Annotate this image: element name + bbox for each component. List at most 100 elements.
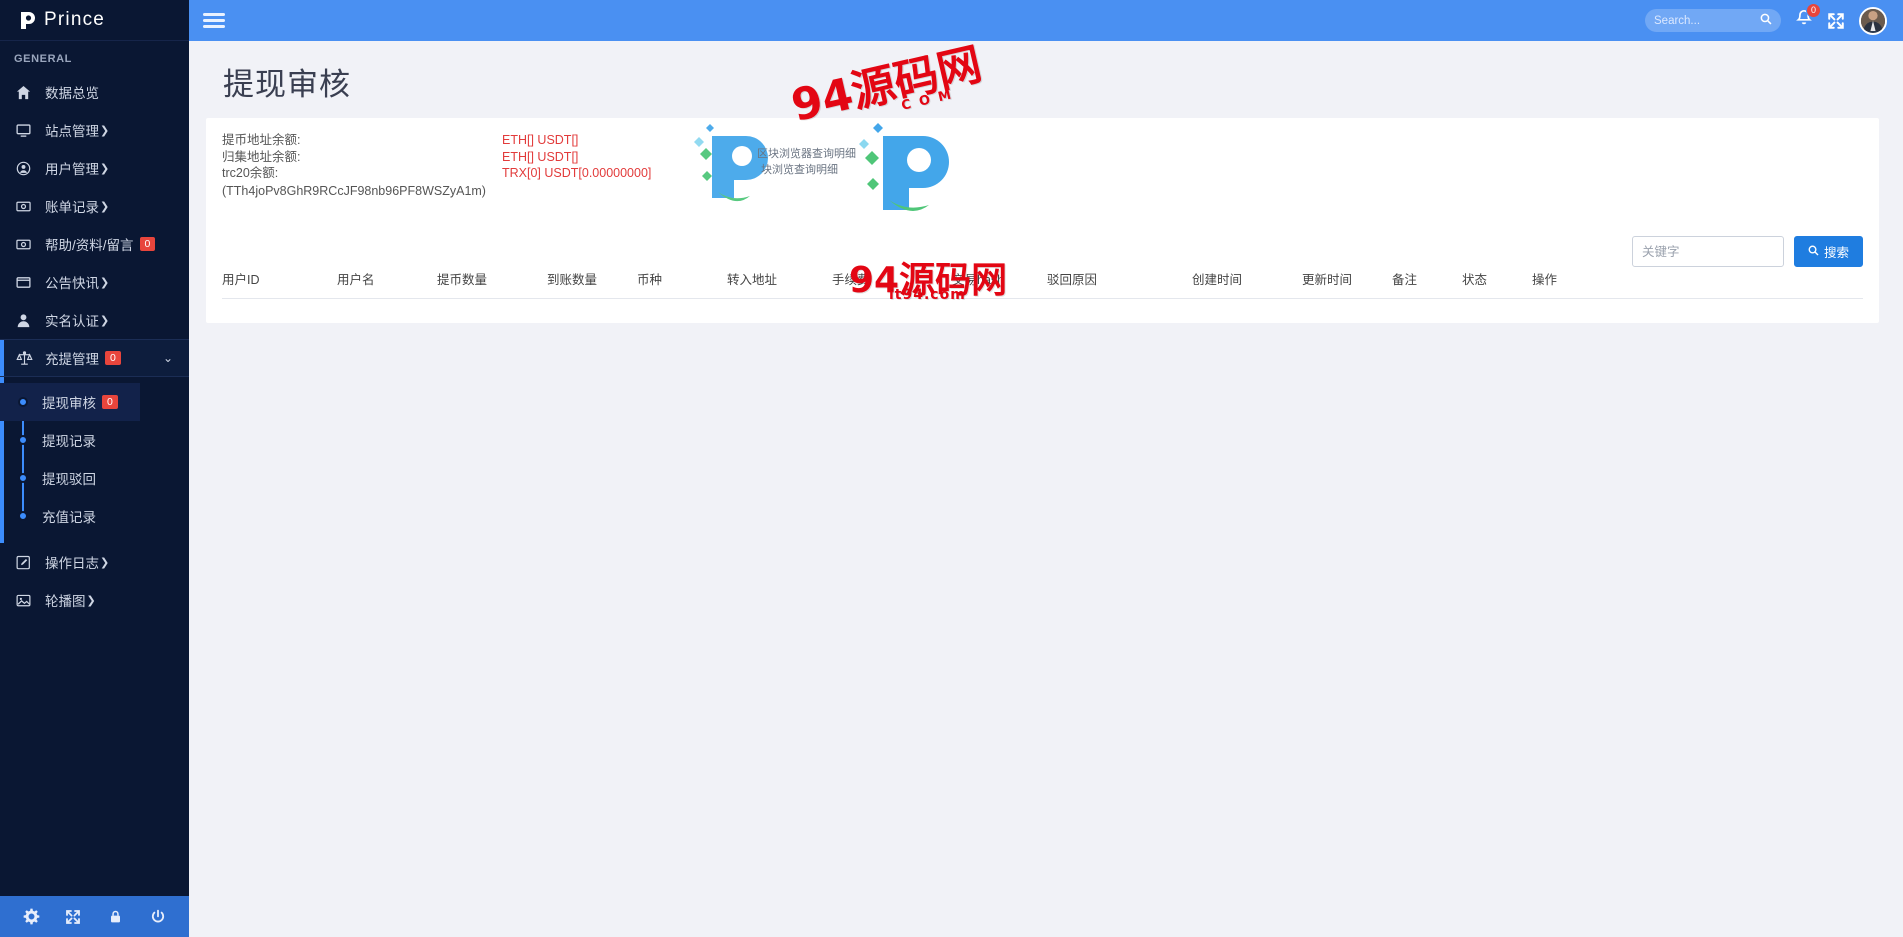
sidebar-group-label: 充提管理 <box>45 352 99 367</box>
column-header[interactable]: 状态 <box>1462 261 1532 299</box>
sidebar-item-carousel[interactable]: 轮播图 ❯ <box>0 581 189 619</box>
monitor-icon <box>16 123 36 138</box>
page-content: 提现审核 提币地址余额: ETH[] USDT[] 归集地址余额: ETH[] … <box>189 39 1903 323</box>
submenu-dot-icon <box>18 511 28 521</box>
column-header[interactable]: 交易hash <box>952 261 1047 299</box>
power-icon[interactable] <box>144 903 172 931</box>
search-input[interactable] <box>1654 14 1756 27</box>
scale-icon <box>16 350 36 367</box>
search-button[interactable]: 搜索 <box>1793 236 1863 267</box>
notification-badge: 0 <box>1805 3 1821 18</box>
user-circle-icon <box>16 161 36 176</box>
sidebar-item-deposit-records[interactable]: 充值记录 <box>0 497 189 535</box>
table-header-row: 用户ID 用户名 提币数量 到账数量 币种 转入地址 手续费 交易hash 驳回… <box>222 261 1863 299</box>
sidebar-subitem-badge: 0 <box>102 395 118 409</box>
sidebar-item-label: 账单记录 <box>45 200 99 215</box>
user-icon <box>16 313 36 328</box>
avatar[interactable] <box>1859 6 1887 35</box>
expand-icon[interactable] <box>59 903 87 931</box>
filter-bar: 搜索 <box>1631 236 1863 267</box>
topbar: 0 <box>189 0 1903 41</box>
balance-label: 提币地址余额: <box>222 133 301 147</box>
window-icon <box>16 275 36 290</box>
sidebar-item-label: 帮助/资料/留言 <box>45 238 134 253</box>
column-header[interactable]: 更新时间 <box>1302 261 1392 299</box>
chevron-right-icon: ❯ <box>100 200 110 213</box>
column-header[interactable]: 用户名 <box>337 261 437 299</box>
hamburger-icon[interactable] <box>203 10 225 31</box>
table-header: 用户ID 用户名 提币数量 到账数量 币种 转入地址 手续费 交易hash 驳回… <box>222 261 1863 299</box>
sidebar-item-dashboard[interactable]: 数据总览 <box>0 73 189 111</box>
chevron-right-icon: ❯ <box>100 276 110 289</box>
search-icon <box>1808 245 1819 259</box>
sidebar-item-label: 公告快讯 <box>45 276 99 291</box>
column-header[interactable]: 转入地址 <box>727 261 832 299</box>
withdraw-review-panel: 提币地址余额: ETH[] USDT[] 归集地址余额: ETH[] USDT[… <box>206 118 1879 323</box>
column-header[interactable]: 手续费 <box>832 261 952 299</box>
chevron-right-icon: ❯ <box>100 556 110 569</box>
home-icon <box>16 85 36 100</box>
column-header[interactable]: 备注 <box>1392 261 1462 299</box>
column-header[interactable]: 用户ID <box>222 261 337 299</box>
sidebar-item-announcements[interactable]: 公告快讯 ❯ <box>0 263 189 301</box>
column-header[interactable]: 创建时间 <box>1192 261 1302 299</box>
sidebar-item-label: 轮播图 <box>45 594 86 609</box>
sidebar-item-help[interactable]: 帮助/资料/留言 0 <box>0 225 189 263</box>
keyword-input[interactable] <box>1631 236 1784 267</box>
sidebar-item-users[interactable]: 用户管理 ❯ <box>0 149 189 187</box>
column-header[interactable]: 提币数量 <box>437 261 547 299</box>
sidebar-subitem-label: 提现驳回 <box>42 472 96 487</box>
image-icon <box>16 593 36 608</box>
sidebar-item-bills[interactable]: 账单记录 ❯ <box>0 187 189 225</box>
sidebar-item-site[interactable]: 站点管理 ❯ <box>0 111 189 149</box>
sidebar-item-operation-log[interactable]: 操作日志 ❯ <box>0 543 189 581</box>
submenu-dot-icon <box>18 435 28 445</box>
sidebar-subitem-label: 提现审核 <box>42 396 96 411</box>
balance-value: ETH[] USDT[] <box>502 149 579 164</box>
gear-icon[interactable] <box>17 903 45 931</box>
chevron-right-icon: ❯ <box>100 124 110 137</box>
sidebar-item-label: 站点管理 <box>45 124 99 139</box>
column-header[interactable]: 到账数量 <box>547 261 637 299</box>
balance-row: 归集地址余额: ETH[] USDT[] <box>222 149 1863 166</box>
submenu-dot-icon <box>18 473 28 483</box>
column-header[interactable]: 币种 <box>637 261 727 299</box>
search-button-label: 搜索 <box>1823 246 1849 260</box>
sidebar-group-deposit-withdraw: 充提管理 0 ⌄ 提现审核 0 提现记录 提现驳回 充值记录 <box>0 339 189 543</box>
balance-label: trc20余额: <box>222 166 279 180</box>
money-icon <box>16 237 36 252</box>
balance-row: trc20余额: TRX[0] USDT[0.00000000] <box>222 165 1863 182</box>
sidebar-item-label: 操作日志 <box>45 556 99 571</box>
sidebar-item-kyc[interactable]: 实名认证 ❯ <box>0 301 189 339</box>
sidebar-group-badge: 0 <box>105 351 121 365</box>
page-title: 提现审核 <box>223 67 351 102</box>
balance-value: TRX[0] USDT[0.00000000] <box>502 166 652 180</box>
sidebar-item-withdraw-records[interactable]: 提现记录 <box>0 421 189 459</box>
lock-icon[interactable] <box>102 903 130 931</box>
sidebar-item-withdraw-review[interactable]: 提现审核 0 <box>0 383 140 421</box>
fullscreen-icon[interactable] <box>1827 12 1845 30</box>
edit-square-icon <box>16 555 36 570</box>
balance-summary: 提币地址余额: ETH[] USDT[] 归集地址余额: ETH[] USDT[… <box>222 132 1863 199</box>
balance-row: 提币地址余额: ETH[] USDT[] <box>222 132 1863 149</box>
p-logo-icon <box>18 10 39 31</box>
sidebar-item-label: 实名认证 <box>45 314 99 329</box>
brand-name: Prince <box>44 9 106 30</box>
topbar-search[interactable] <box>1645 9 1781 32</box>
search-icon[interactable] <box>1760 13 1772 28</box>
topbar-right: 0 <box>1645 3 1887 35</box>
sidebar-item-badge: 0 <box>139 237 156 251</box>
trc20-address: (TTh4joPv8GhR9RCcJF98nb96PF8WSZyA1m) <box>222 183 486 198</box>
sidebar-section-title: GENERAL <box>14 53 72 65</box>
column-header[interactable]: 驳回原因 <box>1047 261 1192 299</box>
sidebar-group-header[interactable]: 充提管理 0 ⌄ <box>0 339 189 377</box>
main-area: 0 提现审核 <box>189 0 1903 937</box>
brand[interactable]: Prince <box>0 0 189 41</box>
chevron-right-icon: ❯ <box>100 162 110 175</box>
chevron-right-icon: ❯ <box>86 594 96 607</box>
sidebar-item-withdraw-rejected[interactable]: 提现驳回 <box>0 459 189 497</box>
sidebar-subitem-label: 提现记录 <box>42 434 96 449</box>
chevron-down-icon: ⌄ <box>162 351 173 365</box>
notifications-button[interactable]: 0 <box>1795 3 1821 32</box>
sidebar: Prince GENERAL 数据总览 站点管理 ❯ 用户管理 ❯ 账单记录 ❯… <box>0 0 189 937</box>
